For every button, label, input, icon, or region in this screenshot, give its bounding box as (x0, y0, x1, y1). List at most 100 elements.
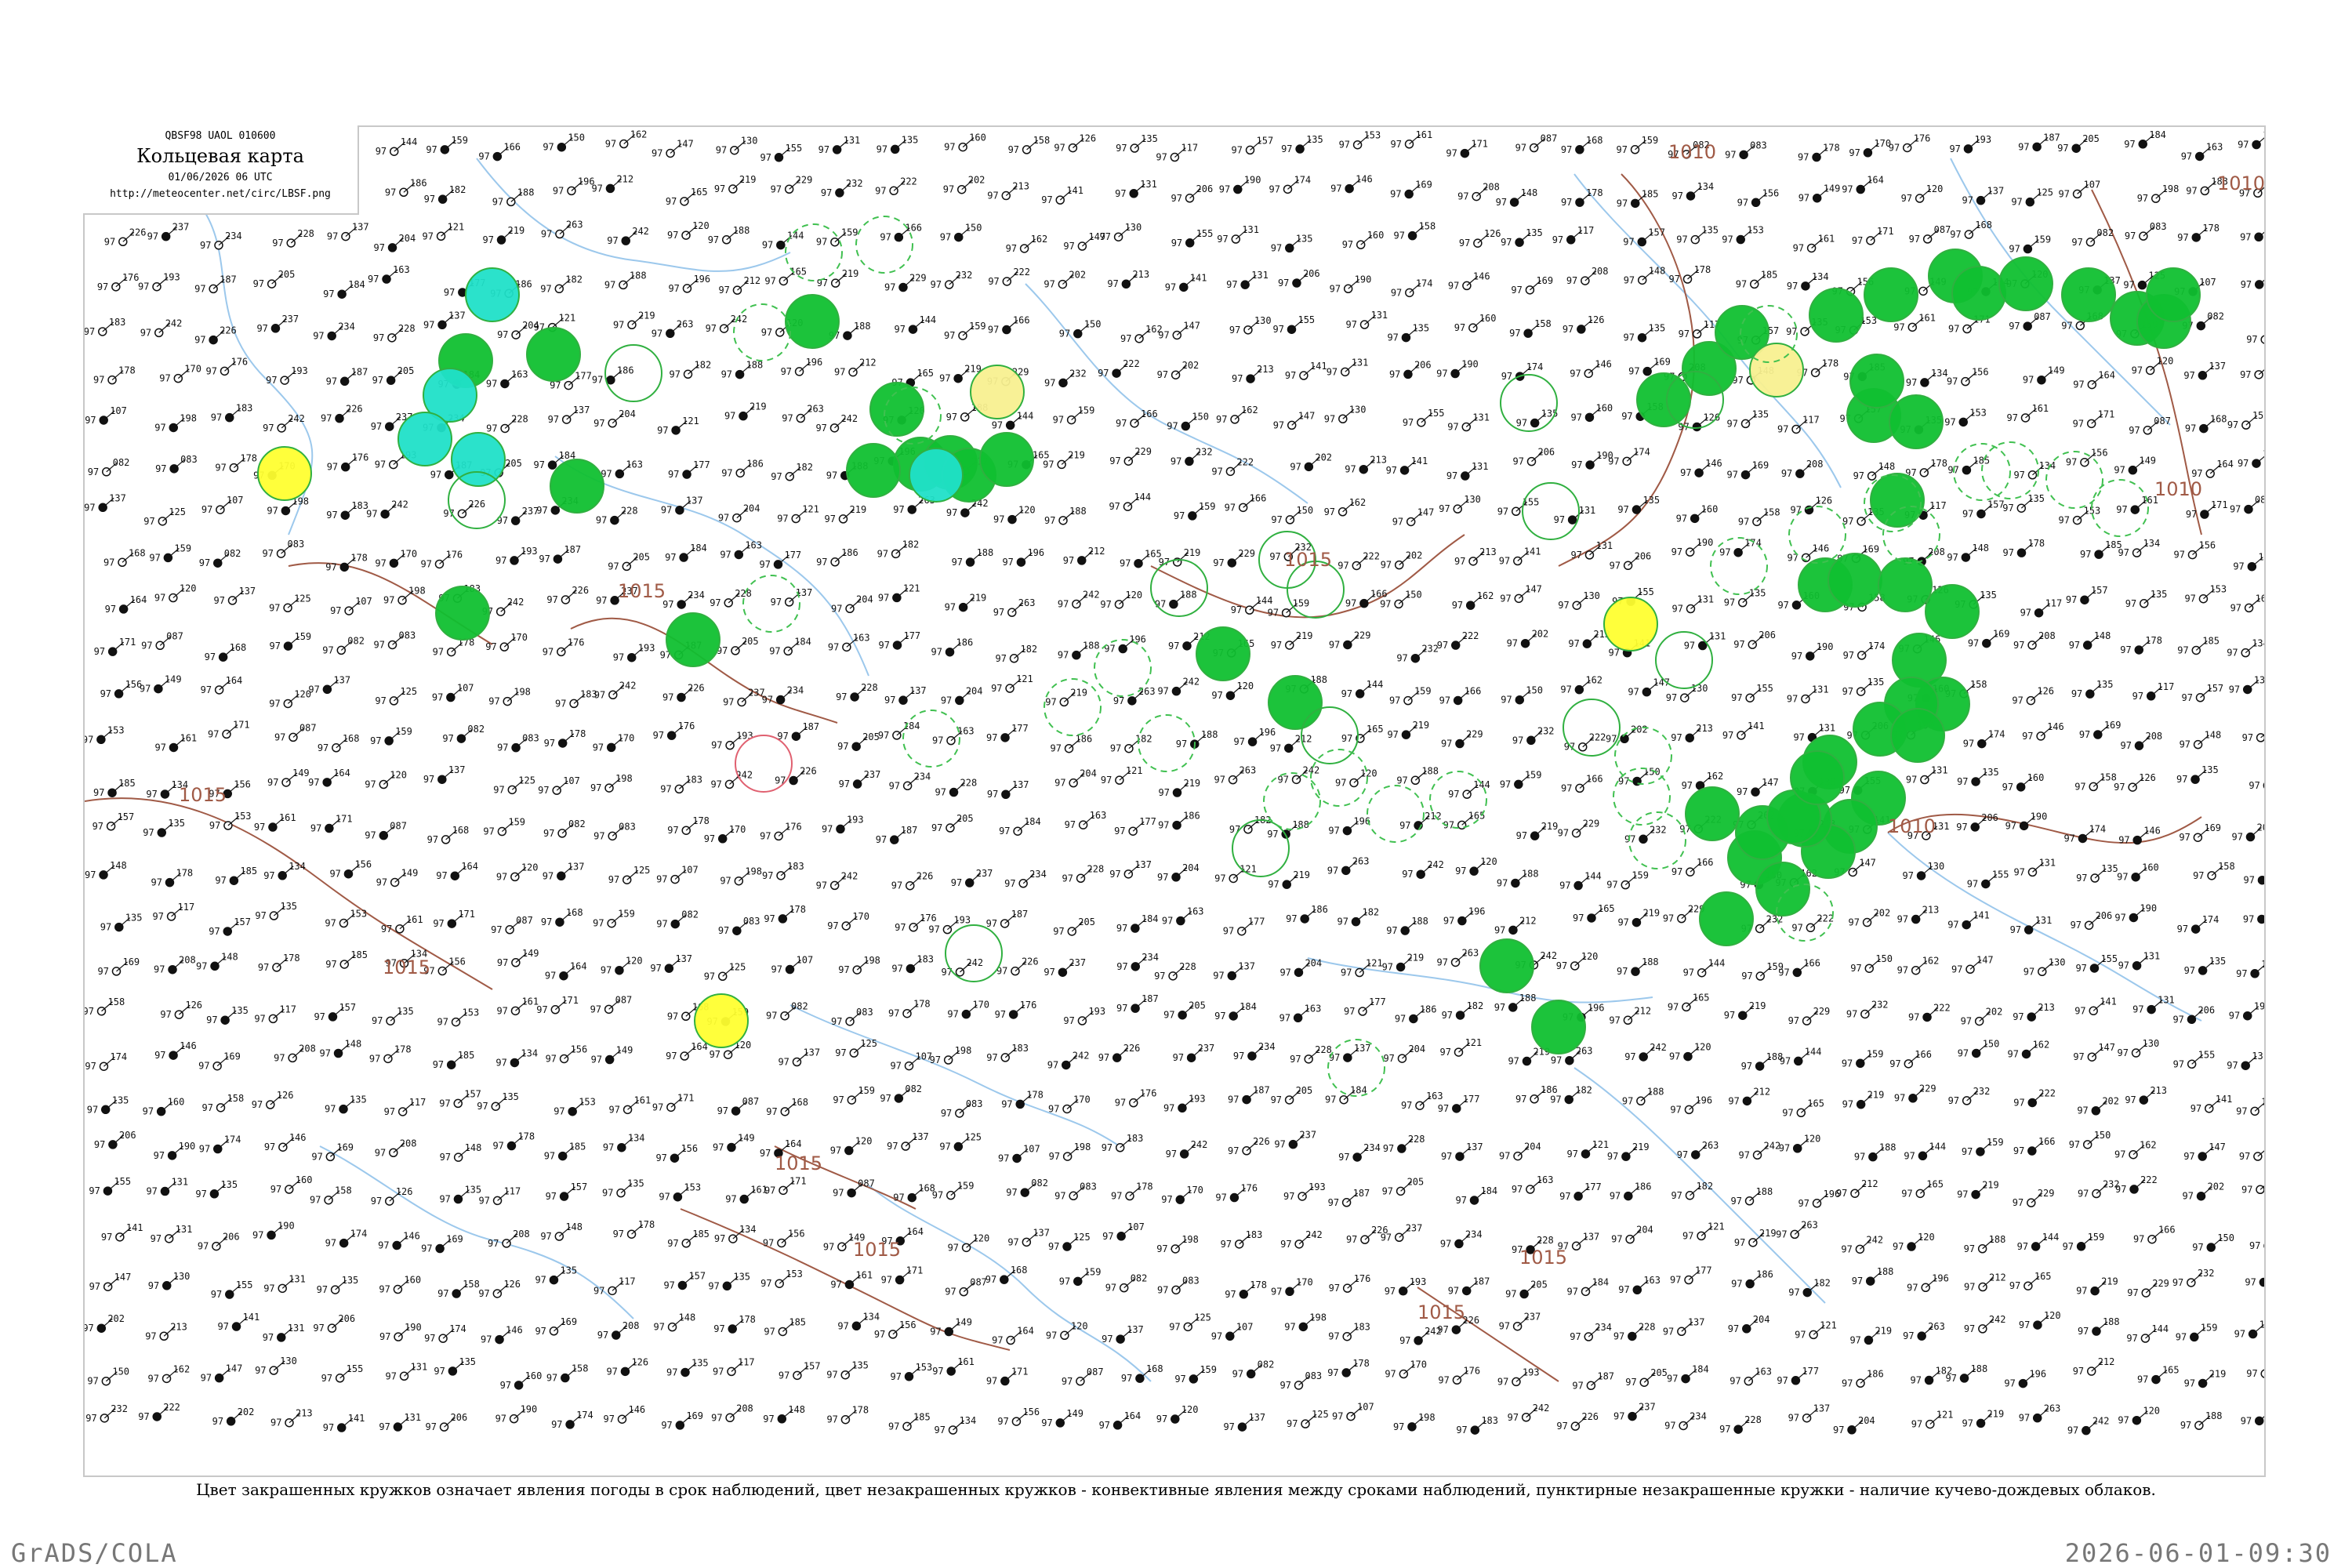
pressure-value: 184 (1024, 816, 1041, 827)
station-plot: 16997 (2079, 720, 2122, 740)
pressure-value: 135 (502, 1091, 519, 1102)
station-plot: 10797 (432, 683, 474, 703)
pressure-value: 190 (1817, 641, 1834, 652)
temperature-value: 97 (2227, 648, 2238, 659)
station-plot: 18797 (777, 721, 819, 742)
temperature-value: 97 (1958, 1047, 1969, 1058)
pressure-value: 204 (743, 503, 760, 514)
pressure-value: 155 (1196, 228, 1214, 239)
temperature-value: 97 (1044, 967, 1054, 978)
temperature-value: 97 (1624, 332, 1635, 343)
temperature-value: 97 (1734, 1237, 1745, 1248)
temperature-value: 97 (593, 742, 604, 753)
temperature-value: 97 (274, 731, 285, 742)
temperature-value: 97 (1403, 417, 1414, 428)
pressure-value: 206 (223, 1232, 240, 1243)
station-plot: 18897 (952, 547, 994, 568)
pressure-value: 082 (347, 635, 365, 646)
temperature-value: 97 (706, 323, 717, 334)
temperature-value: 97 (1617, 966, 1628, 977)
temperature-value: 97 (1609, 1014, 1620, 1025)
station-plot: 16397 (932, 726, 975, 746)
station-plot: 14497 (1683, 958, 1726, 978)
temperature-value: 97 (478, 151, 489, 162)
pressure-value: 183 (1011, 1043, 1029, 1054)
station-plot: 13597 (477, 1091, 519, 1112)
pressure-value: 160 (1367, 230, 1385, 241)
pressure-value: 135 (342, 1275, 359, 1286)
temperature-value: 97 (1116, 1003, 1127, 1014)
temperature-value: 97 (1290, 1054, 1301, 1065)
temperature-value: 97 (1387, 729, 1398, 740)
temperature-value: 97 (196, 960, 207, 971)
station-plot: 12197 (1682, 1221, 1725, 1241)
temperature-value: 97 (943, 184, 954, 195)
station-plot: 21997 (483, 225, 525, 245)
station-plot: 26397 (1437, 947, 1479, 967)
station-plot: 12097 (1335, 768, 1377, 788)
temperature-value: 97 (941, 1108, 952, 1119)
station-plot: 08797 (274, 722, 317, 742)
station-plot: 26397 (1214, 765, 1257, 786)
temperature-value: 97 (2230, 504, 2241, 515)
temperature-value: 97 (1285, 370, 1296, 381)
pressure-value: 141 (2100, 996, 2117, 1007)
temperature-value: 97 (1286, 913, 1297, 924)
pressure-value: 144 (919, 314, 936, 325)
pressure-value: 157 (1648, 227, 1665, 238)
temperature-value: 97 (1897, 914, 1908, 925)
pressure-value: 157 (118, 811, 135, 822)
temperature-value: 97 (760, 830, 771, 841)
temperature-value: 97 (317, 1284, 328, 1295)
pressure-value: 168 (1975, 220, 1992, 230)
pressure-value: 137 (2209, 361, 2226, 372)
pressure-value: 185 (692, 1229, 710, 1240)
temperature-value: 97 (667, 230, 678, 241)
station-plot: 13597 (2076, 863, 2118, 884)
temperature-value: 97 (433, 1059, 444, 1070)
station-plot: 20597 (931, 813, 974, 833)
temperature-value: 97 (1214, 1011, 1225, 1022)
station-plot: 14697 (1330, 174, 1373, 194)
temperature-value: 97 (951, 877, 962, 888)
temperature-value: 97 (2184, 965, 2195, 976)
pressure-value: 263 (1138, 686, 1156, 697)
temperature-value: 97 (1566, 1286, 1577, 1297)
station-plot: 15097 (1271, 505, 1313, 525)
temperature-value: 97 (1497, 506, 1508, 517)
station-plot: 12197 (657, 416, 699, 436)
pressure-value: 159 (957, 1181, 975, 1192)
temperature-value: 97 (1846, 1008, 1857, 1019)
pressure-value: 147 (1298, 410, 1316, 421)
temperature-value: 97 (1897, 965, 1908, 976)
temperature-value: 97 (1120, 333, 1131, 344)
temperature-value: 97 (267, 777, 278, 788)
station-plot: 18497 (1566, 1276, 1609, 1297)
pressure-value: 242 (619, 680, 637, 691)
pressure-value: 232 (1196, 446, 1213, 457)
temperature-value: 97 (266, 375, 277, 386)
temperature-value: 97 (1325, 1094, 1336, 1105)
temperature-value: 97 (777, 514, 788, 524)
pressure-value: 141 (1973, 910, 1990, 921)
pressure-value: 174 (1294, 174, 1311, 185)
temperature-value: 97 (1341, 967, 1352, 978)
station-plot: 21297 (1063, 546, 1105, 566)
temperature-value: 97 (143, 1106, 154, 1117)
temperature-value: 97 (100, 922, 111, 933)
temperature-value: 97 (1345, 598, 1356, 609)
station-plot: 12597 (2011, 187, 2053, 208)
temperature-value: 97 (1065, 819, 1076, 830)
pressure-value: 232 (1650, 824, 1667, 835)
station-plot: 21397 (2241, 1184, 2264, 1195)
temperature-value: 97 (775, 775, 786, 786)
pressure-value: 187 (564, 544, 581, 555)
station-plot: 24297 (815, 413, 858, 434)
station-plot: 16197 (1391, 129, 1433, 150)
station-plot: 13597 (708, 1271, 750, 1291)
temperature-value: 97 (1044, 279, 1054, 290)
pressure-value: 137 (568, 861, 585, 872)
temperature-value: 97 (483, 234, 494, 245)
pressure-value: 148 (1878, 461, 1896, 472)
pressure-value: 159 (451, 135, 468, 146)
